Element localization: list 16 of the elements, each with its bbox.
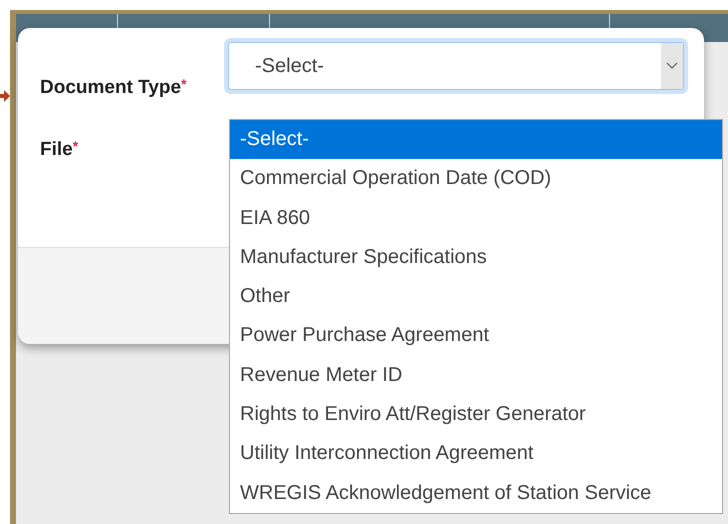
dropdown-option[interactable]: Other [230,277,722,316]
required-mark: * [181,76,187,92]
dropdown-option[interactable]: EIA 860 [230,198,722,238]
dropdown-option[interactable]: Commercial Operation Date (COD) [230,159,722,199]
dropdown-option[interactable]: Power Purchase Agreement [230,316,722,356]
dropdown-option[interactable]: WREGIS Acknowledgement of Station Service [230,474,722,513]
dropdown-option[interactable]: Revenue Meter ID [230,356,722,396]
field-label: File [40,139,73,160]
dropdown-option[interactable]: -Select- [230,120,722,160]
dropdown-option[interactable]: Rights to Enviro Att/Register Generator [230,395,722,434]
field-label: Document Type [40,77,182,98]
dropdown-option[interactable]: Manufacturer Specifications [230,238,722,278]
dropdown-option[interactable]: Utility Interconnection Agreement [230,434,722,474]
caret-icon [666,62,678,70]
arrow-icon [0,90,10,102]
required-mark: * [72,138,78,154]
